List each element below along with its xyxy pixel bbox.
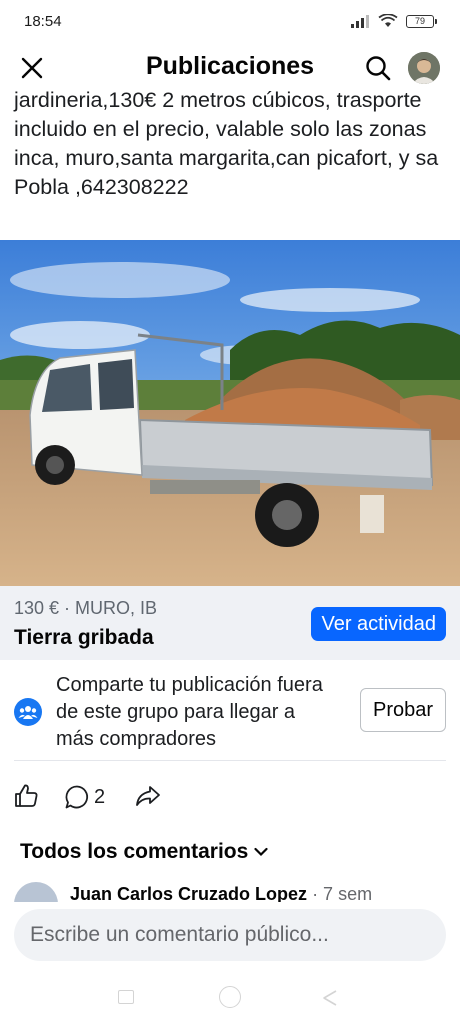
like-icon	[15, 784, 38, 807]
status-icons: 79	[350, 14, 437, 28]
comment-composer	[0, 902, 460, 972]
search-button[interactable]	[362, 52, 394, 84]
search-icon	[366, 56, 391, 81]
home-button[interactable]	[219, 986, 241, 1008]
comment-author[interactable]: Juan Carlos Cruzado Lopez · 7 sem	[70, 884, 372, 904]
divider	[14, 760, 446, 761]
comment-item: Juan Carlos Cruzado Lopez · 7 sem	[0, 876, 460, 904]
back-icon[interactable]	[320, 988, 340, 1008]
post-description: jardineria,130€ 2 metros cúbicos, traspo…	[14, 88, 439, 199]
comment-input[interactable]	[14, 909, 446, 961]
profile-photo	[408, 52, 440, 84]
try-button[interactable]: Probar	[360, 688, 446, 732]
signal-icon	[351, 15, 369, 28]
like-button[interactable]	[12, 782, 42, 812]
close-button[interactable]	[16, 52, 48, 84]
comment-icon	[65, 785, 89, 809]
close-icon	[21, 57, 43, 79]
comment-button[interactable]: 2	[64, 782, 105, 812]
status-bar: 18:54 79	[0, 0, 460, 44]
comments-filter[interactable]: Todos los comentarios	[20, 840, 268, 864]
header: Publicaciones	[0, 44, 460, 90]
group-icon	[14, 698, 42, 726]
system-nav-bar	[0, 972, 460, 1024]
post-photo[interactable]	[0, 240, 460, 586]
comments-title: Todos los comentarios	[20, 840, 249, 863]
comment-avatar[interactable]	[14, 882, 58, 904]
truck-photo	[0, 240, 460, 586]
share-icon	[136, 786, 160, 806]
status-time: 18:54	[24, 13, 62, 30]
listing-price-location: 130 € · MURO, IB	[14, 598, 158, 618]
listing-title[interactable]: Tierra gribada	[14, 626, 154, 650]
wifi-icon	[378, 14, 398, 27]
chevron-down-icon	[254, 847, 268, 857]
listing-info: 130 € · MURO, IB Tierra gribada Ver acti…	[0, 586, 460, 660]
avatar[interactable]	[408, 52, 440, 84]
share-button[interactable]	[134, 782, 164, 812]
view-activity-button[interactable]: Ver actividad	[311, 607, 446, 641]
share-prompt: Comparte tu publicación fuera de este gr…	[0, 660, 460, 760]
comment-count: 2	[94, 785, 106, 808]
battery-icon: 79	[406, 14, 437, 28]
post-actions: 2	[0, 778, 460, 816]
comment-time: · 7 sem	[312, 884, 373, 904]
recents-button[interactable]	[118, 990, 134, 1004]
comment-author-name: Juan Carlos Cruzado Lopez	[70, 884, 308, 904]
share-prompt-text: Comparte tu publicación fuera de este gr…	[56, 674, 323, 750]
